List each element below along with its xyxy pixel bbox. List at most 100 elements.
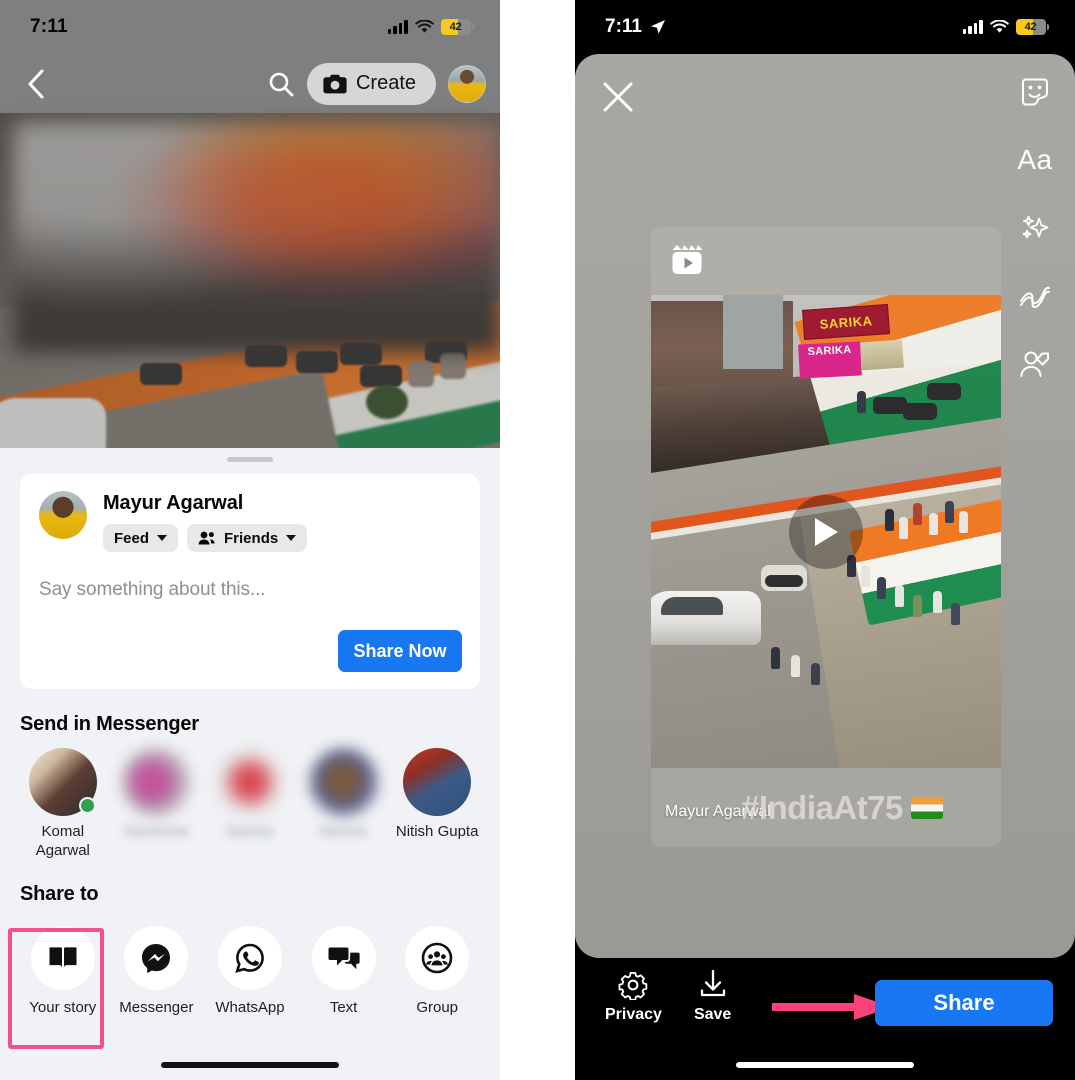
reels-clapperboard-icon <box>672 245 703 274</box>
share-button[interactable]: Share <box>875 980 1053 1026</box>
contact-name: Nitish Gupta <box>395 823 479 840</box>
list-item[interactable]: Nitish Gupta <box>390 748 484 861</box>
composer-pills: Feed Friends <box>103 524 462 552</box>
wifi-icon <box>989 20 1009 33</box>
share-target-messenger[interactable]: Messenger <box>110 918 204 1016</box>
scene-person <box>791 655 800 677</box>
sparkles-effects-icon[interactable] <box>1015 208 1055 248</box>
share-target-label: Text <box>329 998 358 1016</box>
contact-name: Komal Agarwal <box>35 823 90 859</box>
media-caption-area: Mayur Agarwal #IndiaAt75 <box>651 769 1001 847</box>
whatsapp-icon <box>217 925 282 990</box>
play-button[interactable] <box>789 494 863 569</box>
status-time: 7:11 <box>30 16 68 37</box>
chevron-down-icon <box>286 535 297 541</box>
avatar <box>403 748 472 816</box>
share-target-group[interactable]: Group <box>390 918 484 1016</box>
scene-person <box>933 591 942 613</box>
scene-person <box>951 603 960 625</box>
contact-name: Nameeee <box>123 823 189 840</box>
sticker-icon[interactable] <box>1015 72 1055 112</box>
list-item[interactable]: Namee <box>203 748 297 861</box>
scene-person <box>959 511 968 533</box>
friends-icon <box>198 531 215 545</box>
video-thumbnail: SARIKA SARIKA <box>651 295 1001 768</box>
india-flag-emoji <box>910 797 943 819</box>
screenshot-stage: 7:11 42 Create Mayur Agarwal Feed Friend… <box>0 0 1075 1080</box>
left-status-bar: 7:11 42 <box>0 0 500 54</box>
share-target-your-story[interactable]: Your story <box>16 918 110 1016</box>
editor-tools-rail: Aa <box>1009 72 1061 384</box>
status-time-group: 7:11 <box>605 16 666 38</box>
scene-person <box>857 391 866 413</box>
group-people-icon <box>405 925 470 990</box>
media-preview-card[interactable]: SARIKA SARIKA Mayur Agarwal #IndiaAt75 <box>651 227 1001 847</box>
audience-pill[interactable]: Friends <box>187 524 308 552</box>
share-target-label: Messenger <box>119 998 194 1016</box>
story-editor-canvas[interactable]: Aa SARIKA SARIKA Mayur Agarwal #IndiaAt7… <box>575 54 1075 958</box>
composer-card: Mayur Agarwal Feed Friends Say something… <box>20 474 480 689</box>
chat-bubbles-icon <box>311 925 376 990</box>
create-button-label: Create <box>355 72 416 94</box>
share-target-label: Your story <box>29 998 97 1016</box>
gear-icon <box>619 972 648 1000</box>
close-x-icon[interactable] <box>601 80 635 114</box>
list-item[interactable]: Nameeee <box>110 748 204 861</box>
contact-name: Namee <box>319 823 368 840</box>
profile-avatar[interactable] <box>448 64 486 103</box>
share-now-button[interactable]: Share Now <box>338 630 462 672</box>
share-button-label: Share <box>933 990 995 1015</box>
messenger-contacts-row: KomalAgarwal Nameeee Namee Namee Nitish <box>0 736 500 861</box>
privacy-label: Privacy <box>605 1006 662 1023</box>
avatar <box>28 748 97 816</box>
caption-hashtag-overlay: #IndiaAt75 <box>741 789 943 827</box>
messenger-section-title: Send in Messenger <box>20 713 199 735</box>
scene-person <box>929 513 938 535</box>
list-item[interactable]: Namee <box>297 748 391 861</box>
sign-text: SARIKA <box>807 343 852 359</box>
search-icon[interactable] <box>261 64 301 104</box>
home-indicator <box>736 1062 914 1068</box>
share-target-whatsapp[interactable]: WhatsApp <box>203 918 297 1016</box>
battery-icon: 42 <box>440 19 474 35</box>
create-button[interactable]: Create <box>306 62 436 105</box>
scene-sign-small <box>860 339 904 371</box>
share-sheet: Mayur Agarwal Feed Friends Say something… <box>0 448 500 1080</box>
scene-motorcycle <box>873 397 907 414</box>
scene-person <box>899 517 908 539</box>
share-target-text[interactable]: Text <box>297 918 391 1016</box>
sheet-grabber[interactable] <box>227 457 273 462</box>
avatar <box>215 748 284 816</box>
destination-pill[interactable]: Feed <box>103 524 179 552</box>
share-to-section-title: Share to <box>20 882 99 905</box>
composer-input[interactable]: Say something about this... <box>39 579 462 601</box>
caption-hashtag-text: #IndiaAt75 <box>741 789 903 826</box>
wifi-icon <box>414 20 434 33</box>
messenger-icon <box>124 925 189 990</box>
save-button[interactable]: Save <box>694 970 731 1024</box>
left-nav-row: Create <box>0 54 500 113</box>
scene-white-car <box>651 591 761 645</box>
scene-motorcycle <box>927 383 961 400</box>
draw-squiggle-icon[interactable] <box>1015 276 1055 316</box>
scene-person <box>877 577 886 599</box>
sign-text: SARIKA <box>819 312 873 332</box>
text-aa-icon[interactable]: Aa <box>1015 140 1055 180</box>
left-phone-screen: 7:11 42 Create Mayur Agarwal Feed Friend… <box>0 0 500 1080</box>
list-item[interactable]: Komal Agarwal <box>16 748 110 861</box>
camera-icon <box>323 74 347 93</box>
back-chevron-icon[interactable] <box>18 66 54 102</box>
play-triangle-icon <box>815 517 838 546</box>
status-indicators: 42 <box>962 19 1049 35</box>
scene-person <box>811 663 820 685</box>
scene-person <box>895 585 904 607</box>
scene-person <box>913 503 922 525</box>
editor-bottom-bar: Privacy Save Share <box>575 958 1075 1080</box>
share-to-row: Your story Messenger WhatsApp Text Group <box>0 906 500 1016</box>
privacy-button[interactable]: Privacy <box>605 970 662 1024</box>
scene-sign-sarika-bottom: SARIKA <box>798 341 862 379</box>
tag-person-icon[interactable] <box>1015 344 1055 384</box>
scene-sign-sarika-top: SARIKA <box>802 304 890 340</box>
bottom-bar-actions: Privacy Save <box>605 970 731 1024</box>
chevron-down-icon <box>157 535 168 541</box>
